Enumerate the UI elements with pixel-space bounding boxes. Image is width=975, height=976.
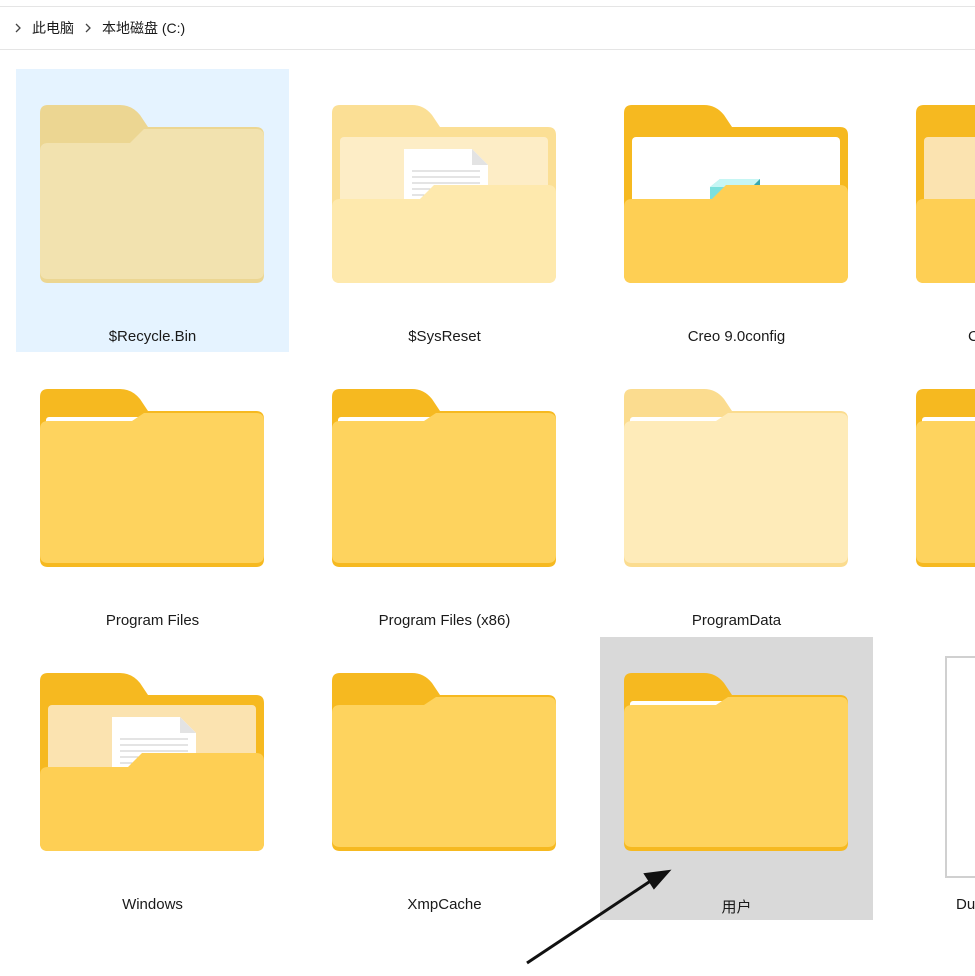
folder-item-creo-config[interactable]: Creo 9.0config (600, 69, 873, 352)
folder-item-program-files[interactable]: Program Files (16, 353, 289, 636)
folder-name: ProgramData (691, 612, 782, 629)
chevron-right-icon[interactable] (10, 20, 26, 36)
file-name-partial: Du (956, 896, 975, 913)
folder-item-windows[interactable]: Windows (16, 637, 289, 920)
folder-icon (624, 673, 848, 851)
folder-name-partial: C (968, 328, 975, 345)
folder-icon (916, 389, 975, 567)
folder-name: Creo 9.0config (687, 328, 786, 345)
folder-with-content-icon (624, 105, 848, 283)
folder-icon (332, 673, 556, 851)
folder-name: 用户 (721, 899, 752, 916)
chevron-right-icon[interactable] (80, 20, 96, 36)
folder-icon (332, 389, 556, 567)
folder-name: $SysReset (408, 328, 481, 345)
breadcrumb-this-pc[interactable]: 此电脑 (30, 16, 76, 40)
folder-item-xmpcache[interactable]: XmpCache (308, 637, 581, 920)
folder-item-users[interactable]: 用户 (600, 637, 873, 920)
folder-icon (40, 105, 264, 283)
folder-icon (40, 389, 264, 567)
folder-item-program-files-x86[interactable]: Program Files (x86) (308, 353, 581, 636)
folder-item-sysreset[interactable]: $SysReset (308, 69, 581, 352)
folder-name: XmpCache (407, 896, 482, 913)
folder-with-document-icon (40, 673, 264, 851)
folder-with-document-icon (916, 105, 975, 283)
folder-item-recycle-bin[interactable]: $Recycle.Bin (16, 69, 289, 352)
folder-with-document-icon (332, 105, 556, 283)
folder-item-partial[interactable] (916, 389, 975, 567)
folder-name: Windows (122, 896, 183, 913)
folder-name: Program Files (x86) (378, 612, 511, 629)
folder-icon (624, 389, 848, 567)
folder-item-partial[interactable] (916, 105, 975, 283)
folder-item-programdata[interactable]: ProgramData (600, 353, 873, 636)
folder-name: $Recycle.Bin (108, 328, 197, 345)
breadcrumb-local-disk-c[interactable]: 本地磁盘 (C:) (100, 16, 187, 40)
file-thumbnail-partial[interactable] (945, 656, 975, 878)
address-breadcrumb-bar: 此电脑 本地磁盘 (C:) (0, 6, 975, 50)
folder-name: Program Files (105, 612, 200, 629)
